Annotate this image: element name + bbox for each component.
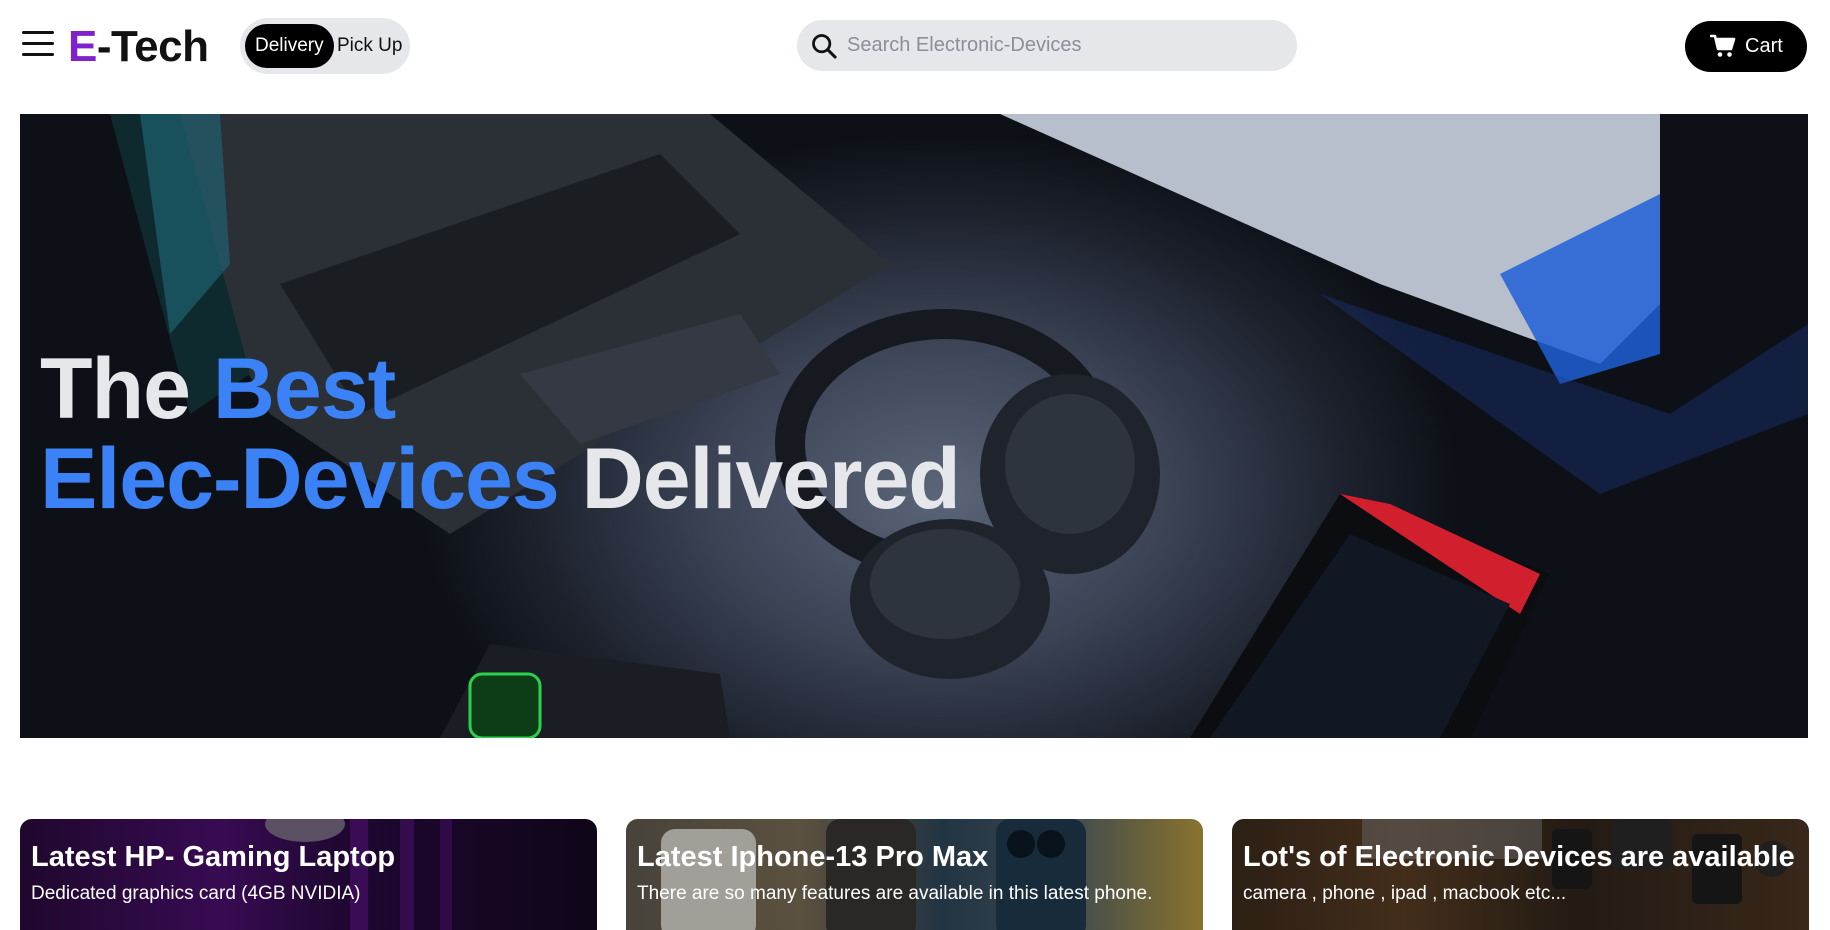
pickup-option[interactable]: Pick Up	[327, 24, 412, 68]
logo-letter-e: E	[68, 22, 97, 71]
logo-text: -Tech	[96, 22, 209, 71]
cart-label: Cart	[1745, 35, 1783, 57]
hamburger-menu-icon[interactable]	[22, 31, 54, 61]
card-overlay	[626, 819, 1203, 930]
top-navbar: E-Tech Delivery Pick Up Cart	[0, 0, 1830, 100]
card-iphone[interactable]: Latest Iphone-13 Pro Max There are so ma…	[626, 819, 1203, 930]
card-subtitle: There are so many features are available…	[637, 883, 1153, 904]
search-bar	[797, 20, 1297, 71]
hero-word-the: The	[40, 341, 191, 437]
card-overlay	[1232, 819, 1809, 930]
search-input[interactable]	[847, 20, 1277, 71]
card-electronic-devices[interactable]: Lot's of Electronic Devices are availabl…	[1232, 819, 1809, 930]
card-gaming-laptop[interactable]: Latest HP- Gaming Laptop Dedicated graph…	[20, 819, 597, 930]
card-title: Latest Iphone-13 Pro Max	[637, 841, 989, 873]
search-icon[interactable]	[810, 32, 838, 60]
card-subtitle: camera , phone , ipad , macbook etc...	[1243, 883, 1567, 904]
hero-headline: The Best Elec-Devices Delivered	[40, 341, 961, 527]
card-subtitle: Dedicated graphics card (4GB NVIDIA)	[31, 883, 361, 904]
card-title: Latest HP- Gaming Laptop	[31, 841, 396, 873]
hero-word-best: Best	[212, 341, 396, 437]
delivery-mode-toggle: Delivery Pick Up	[240, 18, 410, 74]
cart-icon	[1710, 34, 1736, 57]
hero-word-elec-devices: Elec-Devices	[40, 431, 560, 527]
hero-word-delivered: Delivered	[581, 431, 961, 527]
card-overlay	[20, 819, 597, 930]
delivery-option[interactable]: Delivery	[245, 24, 334, 68]
cart-button[interactable]: Cart	[1685, 21, 1807, 72]
brand-logo[interactable]: E-Tech	[68, 22, 209, 72]
hero-banner: The Best Elec-Devices Delivered	[20, 114, 1808, 738]
card-title: Lot's of Electronic Devices are availabl…	[1243, 841, 1795, 873]
